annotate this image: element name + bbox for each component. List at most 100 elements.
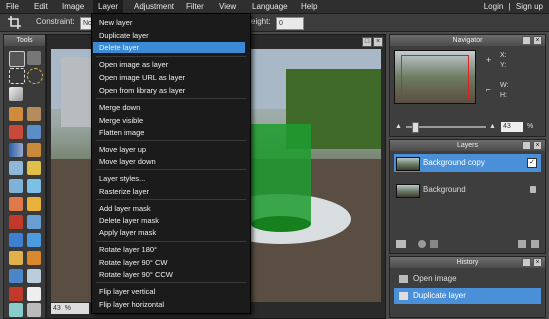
dodge-tool-icon[interactable] [9, 197, 23, 211]
menu-item-merge-down[interactable]: Merge down [99, 103, 140, 112]
menu-layer[interactable]: Layer [93, 0, 124, 13]
history-item-duplicate-layer[interactable]: Duplicate layer [394, 288, 541, 304]
drop-tool-icon[interactable] [27, 179, 41, 193]
menu-item-add-layer-mask[interactable]: Add layer mask [99, 204, 151, 213]
menu-filter[interactable]: Filter [186, 2, 204, 11]
redeye-tool-icon[interactable] [9, 215, 23, 229]
height-input[interactable]: 0 [276, 17, 304, 30]
menu-item-open-from-library[interactable]: Open from library as layer [99, 86, 185, 95]
menu-item-layer-styles[interactable]: Layer styles... [99, 174, 145, 183]
login-link[interactable]: Login [484, 2, 504, 11]
menu-separator [96, 98, 246, 99]
close-icon[interactable]: × [533, 258, 542, 267]
hand-tool-icon[interactable] [9, 303, 23, 317]
signup-link[interactable]: Sign up [516, 2, 543, 11]
h-label: H: [500, 92, 507, 99]
history-item-open-image[interactable]: Open image [394, 271, 541, 287]
height-label: eight: [251, 17, 271, 26]
menu-separator [96, 199, 246, 200]
crop-icon[interactable] [8, 16, 21, 29]
menu-item-open-image-url[interactable]: Open image URL as layer [99, 73, 185, 82]
menu-item-rotate-180[interactable]: Rotate layer 180° [99, 245, 157, 254]
line-tool-icon[interactable] [9, 287, 23, 301]
close-icon[interactable]: × [533, 141, 542, 150]
new-layer-icon[interactable] [518, 240, 526, 248]
fill-tool-icon[interactable] [27, 251, 41, 265]
visibility-checkbox[interactable]: ✓ [527, 158, 537, 168]
zoom-slider-handle[interactable] [412, 122, 419, 133]
crosshair-icon: + [486, 55, 492, 65]
menu-image[interactable]: Image [62, 2, 84, 11]
x-label: X: [500, 52, 507, 59]
zoom-in-icon[interactable]: ▲ [489, 123, 496, 130]
menu-file[interactable]: File [6, 2, 19, 11]
pan-tool-icon[interactable] [9, 269, 23, 283]
wand-tool-icon[interactable] [9, 87, 23, 101]
menu-item-delete-layer[interactable]: Delete layer [93, 42, 245, 53]
y-label: Y: [500, 62, 507, 69]
zoom-tool-icon[interactable] [27, 303, 41, 317]
text-tool-icon[interactable] [27, 287, 41, 301]
menu-edit[interactable]: Edit [34, 2, 48, 11]
close-icon[interactable]: × [373, 37, 383, 47]
brush-tool-icon[interactable] [27, 107, 41, 121]
history-item-icon [399, 275, 408, 283]
menu-adjustment[interactable]: Adjustment [134, 2, 174, 11]
menu-item-rotate-90-cw[interactable]: Rotate layer 90° CW [99, 258, 167, 267]
crop-tool-icon[interactable] [9, 51, 25, 67]
menu-item-apply-layer-mask[interactable]: Apply layer mask [99, 228, 156, 237]
minimize-icon[interactable] [522, 141, 531, 150]
maximize-icon[interactable]: □ [362, 37, 372, 47]
smudge-tool-icon[interactable] [27, 161, 41, 175]
history-header: History × [390, 257, 545, 268]
menu-item-duplicate-layer[interactable]: Duplicate layer [99, 31, 149, 40]
canvas-zoom-field[interactable]: 43 % [51, 303, 89, 314]
close-icon[interactable]: × [533, 36, 542, 45]
menu-item-flatten-image[interactable]: Flatten image [99, 128, 144, 137]
layer-mask-icon[interactable] [418, 240, 426, 248]
menu-item-move-layer-up[interactable]: Move layer up [99, 145, 146, 154]
menu-item-move-layer-down[interactable]: Move layer down [99, 157, 156, 166]
menu-item-rotate-90-ccw[interactable]: Rotate layer 90° CCW [99, 270, 173, 279]
history-title: History [456, 259, 479, 266]
layer-row-background-copy[interactable]: Background copy ✓ [394, 154, 541, 172]
menu-view[interactable]: View [219, 2, 236, 11]
expand-tool-icon[interactable] [27, 269, 41, 283]
menu-item-flip-horizontal[interactable]: Flip layer horizontal [99, 300, 164, 309]
stamp-tool-icon[interactable] [27, 143, 41, 157]
navigator-zoom-input[interactable]: 43 [501, 122, 523, 132]
layer-thumbnail [396, 184, 420, 198]
sharpen-tool-icon[interactable] [9, 161, 23, 175]
menu-item-open-image-as-layer[interactable]: Open image as layer [99, 60, 168, 69]
menu-item-delete-layer-mask[interactable]: Delete layer mask [99, 216, 159, 225]
menu-item-rasterize-layer[interactable]: Rasterize layer [99, 187, 149, 196]
menu-language[interactable]: Language [252, 2, 288, 11]
minimize-icon[interactable] [522, 258, 531, 267]
menu-help[interactable]: Help [301, 2, 317, 11]
lasso-tool-icon[interactable] [27, 68, 43, 84]
marquee-tool-icon[interactable] [9, 68, 25, 84]
gradient-tool-icon[interactable] [9, 143, 23, 157]
sponge-tool-icon[interactable] [9, 179, 23, 193]
navigator-viewport[interactable] [401, 55, 469, 100]
layer-styles-icon[interactable] [396, 240, 406, 248]
bloat-tool-icon[interactable] [9, 233, 23, 247]
layer-row-background[interactable]: Background [394, 181, 541, 199]
adjust-icon[interactable] [430, 240, 438, 248]
burn-tool-icon[interactable] [27, 197, 41, 211]
divider: | [508, 2, 511, 11]
bucket-tool-icon[interactable] [27, 125, 41, 139]
menu-item-flip-vertical[interactable]: Flip layer vertical [99, 287, 155, 296]
eraser-tool-icon[interactable] [9, 125, 23, 139]
menu-item-merge-visible[interactable]: Merge visible [99, 116, 143, 125]
delete-layer-icon[interactable] [531, 240, 539, 248]
zoom-out-icon[interactable]: ▲ [395, 123, 402, 130]
navigator-preview[interactable] [394, 50, 476, 104]
move-tool-icon[interactable] [27, 51, 41, 65]
colorpicker-tool-icon[interactable] [9, 251, 23, 265]
pinch-tool-icon[interactable] [27, 233, 41, 247]
menu-item-new-layer[interactable]: New layer [99, 18, 132, 27]
spot-heal-tool-icon[interactable] [27, 215, 41, 229]
pencil-tool-icon[interactable] [9, 107, 23, 121]
minimize-icon[interactable] [522, 36, 531, 45]
